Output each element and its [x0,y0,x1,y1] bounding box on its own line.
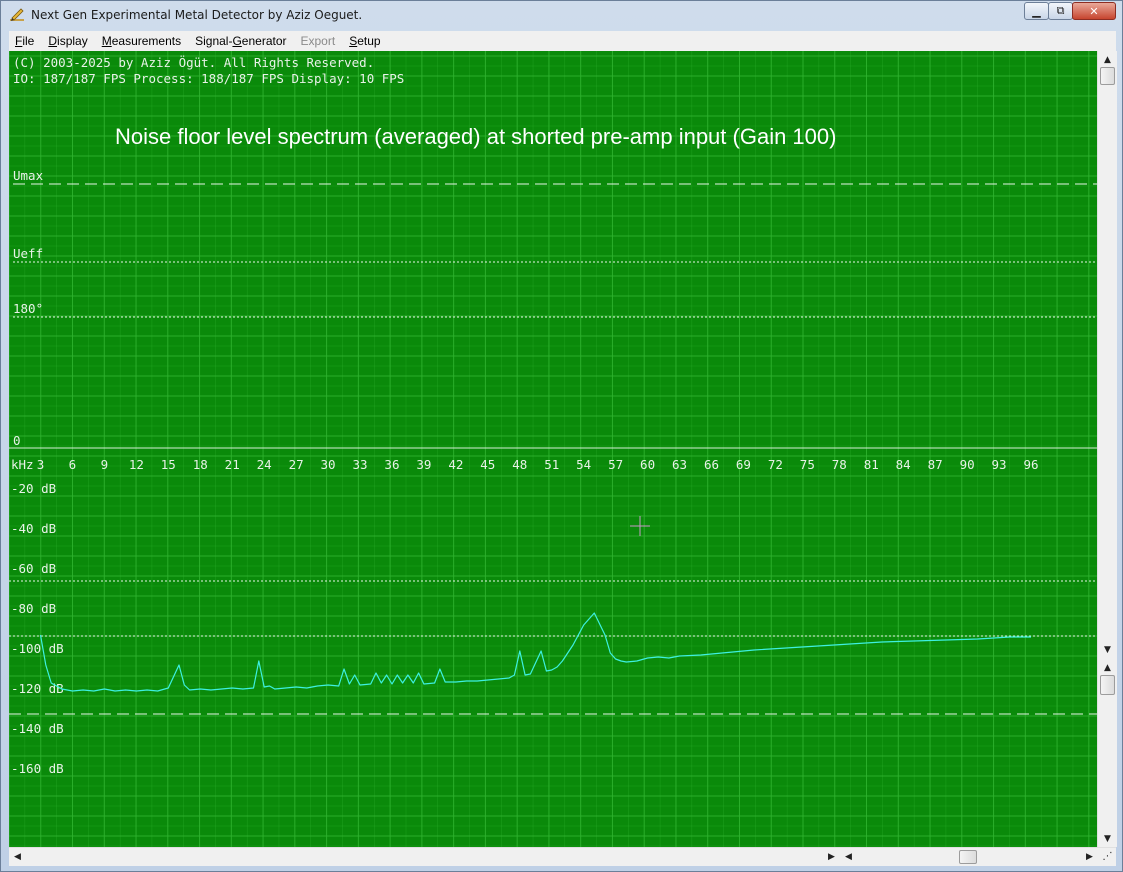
x-tick-label: 75 [800,457,815,472]
right-scroll-left-button[interactable]: ◀ [840,848,857,865]
x-tick-label: 90 [960,457,975,472]
x-tick-label: 3 [37,457,45,472]
x-tick-label: 63 [672,457,687,472]
x-tick-label: 42 [448,457,463,472]
maximize-button[interactable]: ⧉ [1048,2,1073,20]
caption-buttons: ▁ ⧉ ✕ [1024,2,1116,20]
close-button[interactable]: ✕ [1072,2,1116,20]
zero-label: 0 [13,433,21,448]
lower-scroll-thumb[interactable] [1100,675,1115,695]
x-tick-label: 30 [321,457,336,472]
menu-setup[interactable]: Setup [349,34,380,48]
phase-label: 180° [13,301,43,316]
y-tick-label: -100 dB [11,641,64,656]
menu-file[interactable]: File [15,34,34,48]
copyright-text: (C) 2003-2025 by Aziz Ögüt. All Rights R… [13,54,374,70]
horizontal-scroll-thumb[interactable] [959,850,977,864]
vertical-scrollbars: ▲ ▼ ▲ ▼ [1097,51,1117,847]
x-tick-label: 6 [69,457,77,472]
menu-display[interactable]: Display [48,34,87,48]
umax-label: Umax [13,168,44,183]
plot-background [9,51,1097,847]
maximize-icon: ⧉ [1056,4,1065,17]
window-title: Next Gen Experimental Metal Detector by … [31,8,363,22]
upper-scroll-up-button[interactable]: ▲ [1099,51,1116,68]
client-area: (C) 2003-2025 by Aziz Ögüt. All Rights R… [9,51,1117,866]
size-grip-icon[interactable]: ⋰ [1099,848,1116,865]
x-tick-label: 18 [193,457,208,472]
upper-scroll-down-button[interactable]: ▼ [1099,641,1116,658]
ueff-label: Ueff [13,246,43,261]
lower-scroll-up-button[interactable]: ▲ [1099,659,1116,676]
x-axis-unit: kHz [11,457,34,472]
x-tick-label: 78 [832,457,847,472]
x-tick-label: 69 [736,457,751,472]
x-tick-label: 33 [352,457,367,472]
menu-export[interactable]: Export [301,34,336,48]
right-scroll-right-button[interactable]: ▶ [1081,848,1098,865]
lower-scroll-down-button[interactable]: ▼ [1099,830,1116,847]
x-tick-label: 27 [289,457,304,472]
spectrum-plot[interactable]: (C) 2003-2025 by Aziz Ögüt. All Rights R… [9,51,1097,847]
y-tick-label: -60 dB [11,561,56,576]
y-tick-label: -160 dB [11,761,64,776]
y-tick-label: -140 dB [11,721,64,736]
x-tick-label: 21 [225,457,240,472]
menu-measurements[interactable]: Measurements [102,34,181,48]
x-tick-label: 51 [544,457,559,472]
x-tick-label: 9 [101,457,109,472]
menu-bar: File Display Measurements Signal-Generator E… [9,31,1116,52]
minimize-icon: ▁ [1032,4,1041,18]
app-window: Next Gen Experimental Metal Detector by … [0,0,1123,872]
x-tick-label: 12 [129,457,144,472]
y-tick-label: -120 dB [11,681,64,696]
y-tick-label: -20 dB [11,481,56,496]
left-scroll-left-button[interactable]: ◀ [9,848,26,865]
horizontal-scrollbars: ◀ ▶ ◀ ▶ ⋰ [9,847,1116,866]
x-tick-label: 81 [864,457,879,472]
x-tick-label: 45 [480,457,495,472]
x-tick-label: 93 [992,457,1007,472]
x-tick-label: 60 [640,457,655,472]
title-bar[interactable]: Next Gen Experimental Metal Detector by … [1,1,1122,31]
x-tick-label: 57 [608,457,623,472]
left-scroll-right-button[interactable]: ▶ [823,848,840,865]
y-tick-label: -40 dB [11,521,56,536]
x-tick-label: 84 [896,457,911,472]
x-tick-label: 54 [576,457,591,472]
x-tick-label: 48 [512,457,527,472]
menu-signal-generator[interactable]: Signal-Generator [195,34,286,48]
minimize-button[interactable]: ▁ [1024,2,1049,20]
x-tick-label: 66 [704,457,719,472]
y-tick-label: -80 dB [11,601,56,616]
x-tick-label: 87 [928,457,943,472]
x-tick-label: 15 [161,457,176,472]
annotation-text: Noise floor level spectrum (averaged) at… [115,124,836,149]
pencil-icon [10,8,24,21]
x-tick-label: 39 [416,457,431,472]
x-tick-label: 24 [257,457,272,472]
fps-text: IO: 187/187 FPS Process: 188/187 FPS Dis… [13,71,404,86]
upper-scroll-thumb[interactable] [1100,67,1115,85]
close-icon: ✕ [1089,4,1099,18]
x-tick-label: 36 [384,457,399,472]
x-tick-label: 96 [1023,457,1038,472]
x-tick-label: 72 [768,457,783,472]
